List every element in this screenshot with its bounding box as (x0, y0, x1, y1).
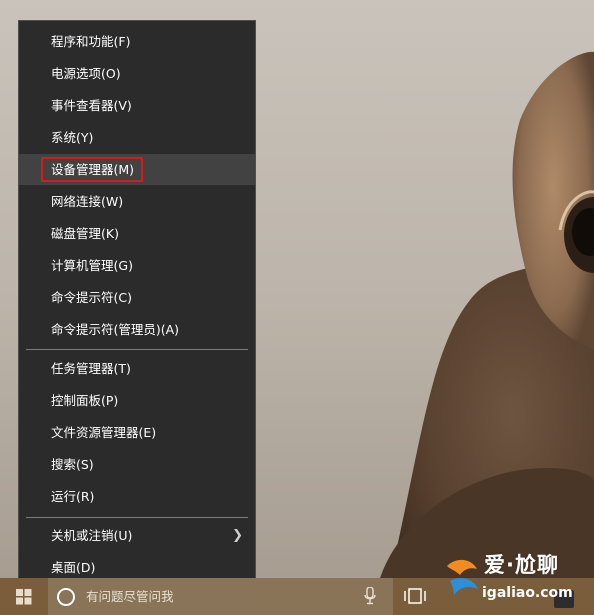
menu-item-label: 命令提示符(C) (51, 290, 132, 305)
menu-item-label: 计算机管理(G) (51, 258, 133, 273)
menu-item-programs-and-features[interactable]: 程序和功能(F) (19, 26, 255, 57)
menu-item-device-manager[interactable]: 设备管理器(M) (19, 154, 255, 185)
menu-item-event-viewer[interactable]: 事件查看器(V) (19, 90, 255, 121)
menu-item-power-options[interactable]: 电源选项(O) (19, 58, 255, 89)
menu-item-network-connections[interactable]: 网络连接(W) (19, 186, 255, 217)
menu-item-label: 控制面板(P) (51, 393, 119, 408)
menu-item-label: 程序和功能(F) (51, 34, 131, 49)
windows-start-icon (16, 589, 32, 605)
menu-item-computer-management[interactable]: 计算机管理(G) (19, 250, 255, 281)
menu-item-label: 设备管理器(M) (51, 162, 135, 177)
task-view-icon[interactable] (404, 588, 426, 604)
menu-item-file-explorer[interactable]: 文件资源管理器(E) (19, 417, 255, 448)
watermark-logo: 爱·尬聊 igaliao.com (440, 545, 594, 615)
menu-item-label: 关机或注销(U) (51, 528, 133, 543)
menu-item-label: 运行(R) (51, 489, 95, 504)
menu-item-label: 系统(Y) (51, 130, 94, 145)
watermark-bird-icon (447, 559, 478, 595)
search-box[interactable]: 有问题尽管问我 (48, 578, 393, 615)
menu-item-system[interactable]: 系统(Y) (19, 122, 255, 153)
desktop: 程序和功能(F) 电源选项(O) 事件查看器(V) 系统(Y) 设备管理器(M)… (0, 0, 594, 615)
menu-item-label: 命令提示符(管理员)(A) (51, 322, 180, 337)
menu-item-label: 磁盘管理(K) (51, 226, 119, 241)
menu-item-label: 文件资源管理器(E) (51, 425, 157, 440)
menu-item-command-prompt[interactable]: 命令提示符(C) (19, 282, 255, 313)
watermark-subtitle: igaliao.com (482, 585, 573, 601)
search-placeholder: 有问题尽管问我 (86, 589, 174, 604)
watermark-title: 爱·尬聊 (484, 553, 559, 577)
menu-item-disk-management[interactable]: 磁盘管理(K) (19, 218, 255, 249)
menu-item-shut-down-or-sign-out[interactable]: 关机或注销(U) ❯ (19, 520, 255, 551)
winx-context-menu: 程序和功能(F) 电源选项(O) 事件查看器(V) 系统(Y) 设备管理器(M)… (18, 20, 256, 582)
menu-item-search[interactable]: 搜索(S) (19, 449, 255, 480)
menu-item-label: 电源选项(O) (51, 66, 121, 81)
menu-item-command-prompt-admin[interactable]: 命令提示符(管理员)(A) (19, 314, 255, 345)
menu-separator (26, 517, 248, 518)
menu-item-label: 任务管理器(T) (51, 361, 131, 376)
menu-item-task-manager[interactable]: 任务管理器(T) (19, 353, 255, 384)
cortana-icon (57, 588, 75, 606)
menu-separator (26, 349, 248, 350)
microphone-icon[interactable] (364, 587, 376, 605)
start-button[interactable] (0, 578, 48, 615)
menu-item-run[interactable]: 运行(R) (19, 481, 255, 512)
menu-item-label: 网络连接(W) (51, 194, 124, 209)
menu-item-label: 搜索(S) (51, 457, 94, 472)
chevron-right-icon: ❯ (232, 528, 243, 543)
menu-item-label: 事件查看器(V) (51, 98, 132, 113)
menu-item-control-panel[interactable]: 控制面板(P) (19, 385, 255, 416)
menu-item-label: 桌面(D) (51, 560, 96, 575)
